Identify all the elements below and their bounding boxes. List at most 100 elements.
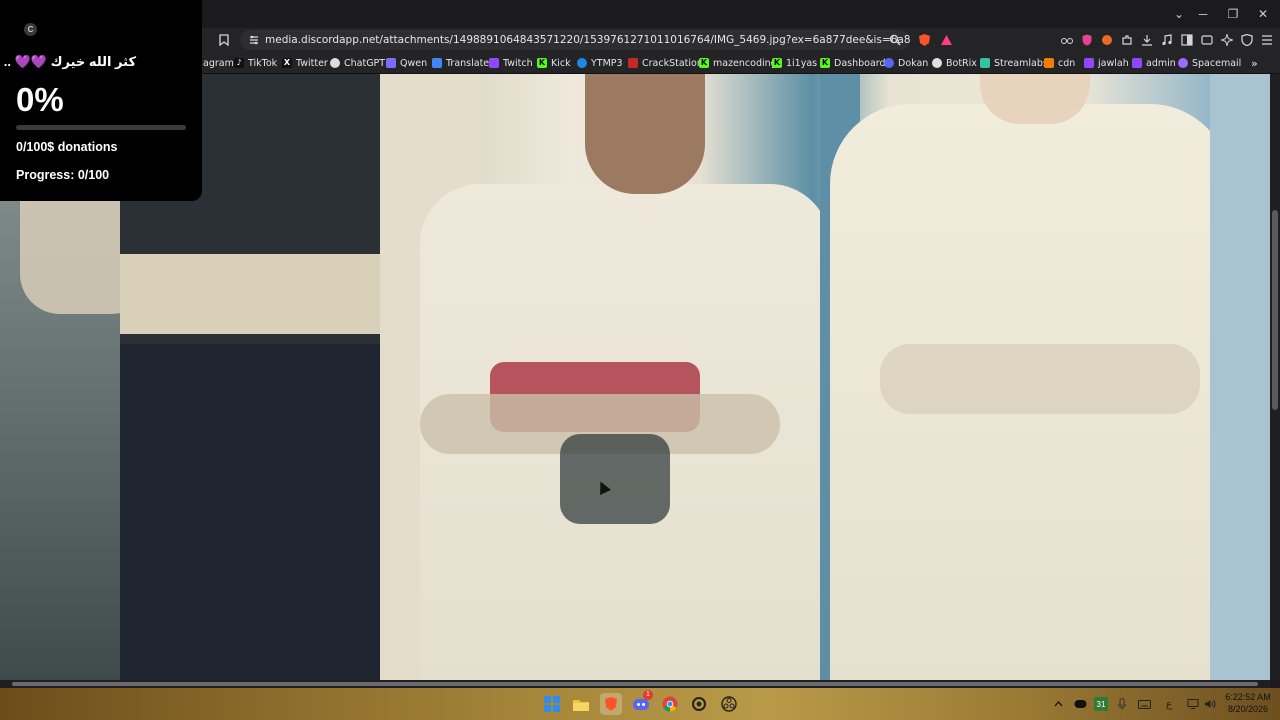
close-window-button[interactable]: ✕ (1248, 0, 1278, 28)
input-language-indicator[interactable]: ع (1162, 697, 1176, 711)
donation-percent: 0% (16, 81, 64, 118)
keyboard-icon[interactable] (1136, 697, 1152, 711)
x-icon: X (282, 58, 292, 68)
ytmp3-icon (577, 58, 587, 68)
bookmark-1i1yas[interactable]: K 1i1yas (772, 55, 817, 71)
network-icon[interactable] (1186, 697, 1200, 711)
chrome-icon[interactable] (659, 693, 681, 715)
bookmark-label: YTMP3 (591, 57, 623, 69)
clock-date[interactable]: 8/20/2026 (1224, 704, 1272, 714)
bookmark-dashboard[interactable]: K Dashboard (820, 55, 886, 71)
botrix-icon (932, 58, 942, 68)
cdn-icon (1044, 58, 1054, 68)
bookmark-label: Translate (446, 57, 490, 69)
discord-tray-icon[interactable] (1072, 697, 1088, 711)
bookmark-streamlabs[interactable]: Streamlabs (980, 55, 1048, 71)
site-settings-icon[interactable] (248, 34, 260, 49)
bookmark-label: Qwen (400, 57, 428, 69)
address-bar[interactable]: media.discordapp.net/attachments/1498891… (240, 30, 910, 50)
sidebar-toggle-icon[interactable] (1179, 32, 1195, 48)
jawlah-icon (1084, 58, 1094, 68)
horizontal-scroll-thumb[interactable] (12, 682, 1258, 686)
admin-icon (1132, 58, 1142, 68)
downloads-icon[interactable] (1139, 32, 1155, 48)
bookmark-spacemail[interactable]: Spacemail (1178, 55, 1241, 71)
bookmark-label: admin (1146, 57, 1176, 69)
extension-fox-icon[interactable] (1099, 32, 1115, 48)
file-explorer-icon[interactable] (570, 693, 592, 715)
bookmark-twitter[interactable]: X Twitter (282, 55, 328, 71)
kick-icon: K (537, 58, 547, 68)
kick-icon: K (699, 58, 709, 68)
calendar-tray-icon[interactable]: 31 (1094, 697, 1108, 711)
obs-icon[interactable] (718, 693, 740, 715)
brave-browser-icon[interactable] (600, 693, 622, 715)
restore-button[interactable]: ❐ (1218, 0, 1248, 28)
vertical-scroll-thumb[interactable] (1272, 210, 1278, 410)
donation-progress-bar (16, 125, 186, 130)
tiktok-icon: ♪ (234, 58, 244, 68)
bookmark-page-icon[interactable] (216, 32, 232, 48)
steam-settings-icon[interactable] (688, 693, 710, 715)
bookmark-tiktok[interactable]: ♪ TikTok (234, 55, 277, 71)
bookmark-label: Dashboard (834, 57, 886, 69)
streamer-logo-icon: C (24, 23, 37, 36)
bookmark-label: CrackStation (642, 57, 703, 69)
menu-icon[interactable] (1259, 32, 1275, 48)
bookmark-label: ChatGPT (344, 57, 386, 69)
bookmark-label: agram (203, 57, 234, 69)
dokan-icon (884, 58, 894, 68)
bookmark-label: cdn (1058, 57, 1076, 69)
bookmark-ytmp3[interactable]: YTMP3 (577, 55, 623, 71)
brave-shields-icon[interactable] (916, 32, 932, 48)
kick-icon: K (772, 58, 782, 68)
bookmark-crackstation[interactable]: CrackStation (628, 55, 703, 71)
bookmark-twitch[interactable]: Twitch (489, 55, 533, 71)
streamlabs-icon (980, 58, 990, 68)
bookmark-jawlah[interactable]: jawlah (1084, 55, 1129, 71)
translate-icon (432, 58, 442, 68)
extensions-puzzle-icon[interactable] (1119, 32, 1135, 48)
discord-notification-badge: 1 (643, 690, 653, 700)
vpn-icon[interactable] (1059, 32, 1075, 48)
bookmark-translate[interactable]: Translate (432, 55, 489, 71)
spacemail-icon (1178, 58, 1188, 68)
bookmark-chatgpt[interactable]: ChatGPT (330, 55, 385, 71)
bookmark-cdn[interactable]: cdn (1044, 55, 1075, 71)
bookmark-instagram[interactable]: agram (203, 55, 234, 71)
bookmark-label: Twitter (296, 57, 328, 69)
qwen-icon (386, 58, 396, 68)
wallet-icon[interactable] (1199, 32, 1215, 48)
bookmark-label: 1i1yas (786, 57, 818, 69)
bookmark-label: mazencoding (713, 57, 777, 69)
extension-shield-icon[interactable] (1079, 32, 1095, 48)
start-windows-icon[interactable] (541, 693, 563, 715)
kick-icon: K (820, 58, 830, 68)
clock-time[interactable]: 6:22:52 AM (1224, 692, 1272, 702)
show-hidden-icons-icon[interactable] (1052, 697, 1064, 711)
more-bookmarks-icon[interactable]: » (1251, 55, 1258, 71)
bookmark-label: Twitch (503, 57, 533, 69)
brave-rewards-icon[interactable] (938, 32, 954, 48)
bookmark-label: Kick (551, 57, 571, 69)
bookmark-label: Streamlabs (994, 57, 1048, 69)
minimize-button[interactable]: ─ (1188, 0, 1218, 28)
donation-message: كثر الله خيرك 💜💜 .. (3, 54, 136, 69)
bookmark-label: Dokan (898, 57, 929, 69)
bookmark-dokan[interactable]: Dokan (884, 55, 928, 71)
bookmark-mazencoding[interactable]: Kmazencoding (699, 55, 777, 71)
leo-ai-icon[interactable] (1219, 32, 1235, 48)
vpn-shield-icon[interactable] (1239, 32, 1255, 48)
crackstation-icon (628, 58, 638, 68)
bookmark-admin[interactable]: admin (1132, 55, 1176, 71)
volume-icon[interactable] (1203, 697, 1217, 711)
zoom-icon[interactable] (887, 32, 903, 48)
media-controls-icon[interactable] (1159, 32, 1175, 48)
chatgpt-icon (330, 58, 340, 68)
discord-taskbar-icon[interactable]: 1 (630, 690, 653, 715)
bookmark-botrix[interactable]: BotRix (932, 55, 977, 71)
bookmark-qwen[interactable]: Qwen (386, 55, 427, 71)
bookmark-label: jawlah (1098, 57, 1129, 69)
bookmark-kick[interactable]: K Kick (537, 55, 571, 71)
microphone-icon[interactable] (1115, 697, 1129, 711)
